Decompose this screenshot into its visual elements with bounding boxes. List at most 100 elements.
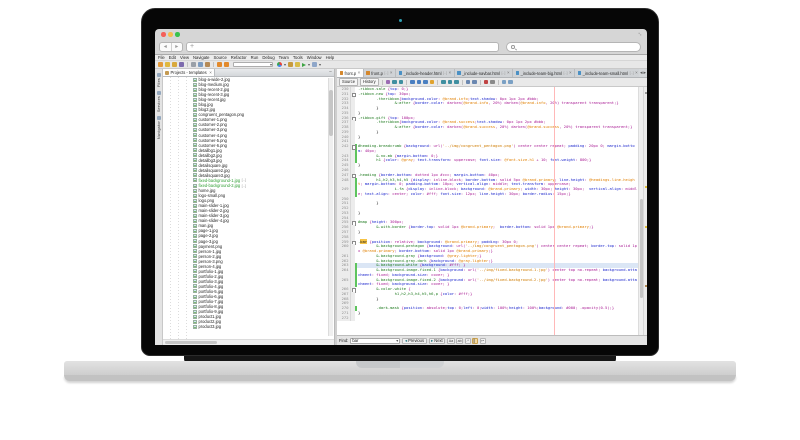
paste-icon[interactable]	[205, 62, 210, 67]
history-view-button[interactable]: History	[360, 78, 379, 86]
chevron-down-icon[interactable]: ▾	[308, 62, 310, 67]
scrollbar-thumb[interactable]	[329, 90, 333, 136]
scroll-tabs-left-icon[interactable]: ◂	[640, 70, 643, 76]
find-next-button[interactable]: ▸ Next	[429, 338, 446, 344]
new-project-icon[interactable]	[165, 62, 170, 67]
tree-item-product3.jpg[interactable]: product3.jpg	[163, 324, 334, 329]
build-icon[interactable]	[288, 62, 293, 67]
clean-build-icon[interactable]	[295, 62, 300, 67]
comment-icon[interactable]	[502, 80, 507, 85]
chevron-down-icon[interactable]: ▾	[284, 62, 286, 67]
error-stripe[interactable]	[643, 87, 647, 335]
menu-item-source[interactable]: Source	[214, 55, 227, 60]
tree-vertical-scrollbar[interactable]	[328, 78, 333, 336]
tab-projects[interactable]: Projects - templates ×	[163, 69, 215, 76]
next-bookmark-icon[interactable]	[448, 80, 453, 85]
chevron-down-icon[interactable]: ▾	[396, 339, 398, 343]
redo-icon[interactable]	[224, 62, 229, 67]
tree-horizontal-scrollbar[interactable]	[163, 339, 334, 345]
tab-_include-header.html[interactable]: _include-header.html[..]×	[396, 69, 455, 77]
new-file-icon[interactable]	[158, 62, 163, 67]
fold-marker[interactable]	[351, 278, 355, 288]
macro-stop-icon[interactable]	[490, 80, 495, 85]
menu-item-tools[interactable]: Tools	[293, 55, 303, 60]
toggle-bookmark-icon[interactable]	[454, 80, 459, 85]
dock-item-files[interactable]: Files	[155, 71, 162, 87]
minimize-panel-button[interactable]: −	[329, 69, 334, 76]
run-icon[interactable]	[302, 63, 306, 67]
dock-item-services[interactable]: Services	[155, 89, 162, 112]
highlight-results-toggle[interactable]: ▎	[472, 338, 478, 344]
find-selection-icon[interactable]	[410, 80, 415, 85]
macro-start-icon[interactable]	[484, 80, 489, 85]
menu-item-refactor[interactable]: Refactor	[231, 55, 247, 60]
menu-item-window[interactable]: Window	[307, 55, 322, 60]
fold-marker[interactable]	[351, 178, 355, 188]
dock-item-navigator[interactable]: Navigator	[155, 114, 162, 139]
profile-icon[interactable]	[312, 62, 317, 67]
toolbar-combobox[interactable]: ▾	[233, 62, 273, 68]
find-input[interactable]: bar ▾	[350, 338, 400, 344]
forward-icon[interactable]: ▸	[172, 43, 183, 51]
fold-marker[interactable]	[351, 244, 355, 254]
menu-item-file[interactable]: File	[158, 55, 165, 60]
menu-item-team[interactable]: Team	[279, 55, 289, 60]
close-icon[interactable]: ×	[358, 71, 361, 75]
menu-item-view[interactable]: View	[180, 55, 189, 60]
match-case-toggle[interactable]: Aa	[447, 338, 454, 344]
fold-marker[interactable]	[351, 187, 355, 197]
address-bar[interactable]: +	[186, 42, 499, 52]
tab-_include-team-big.html[interactable]: _include-team-big.html[..]×	[513, 69, 575, 77]
highlight-icon[interactable]	[430, 80, 435, 85]
close-window-button[interactable]	[161, 32, 166, 37]
close-icon[interactable]: ×	[209, 71, 212, 75]
close-icon[interactable]: ×	[390, 71, 393, 75]
undo-icon[interactable]	[217, 62, 222, 67]
code-line-249[interactable]: 249 i.fa {display: inline-block; backgro…	[337, 187, 647, 197]
search-input[interactable]	[506, 42, 641, 52]
menu-item-debug[interactable]: Debug	[262, 55, 274, 60]
open-project-icon[interactable]	[172, 62, 177, 67]
close-icon[interactable]: ×	[635, 71, 638, 75]
close-icon[interactable]: ×	[507, 71, 510, 75]
resize-icon[interactable]: ↔	[635, 29, 645, 39]
shift-left-icon[interactable]	[466, 80, 471, 85]
back-icon[interactable]: ◂	[160, 43, 172, 51]
find-previous-icon[interactable]	[417, 80, 422, 85]
zoom-window-button[interactable]	[175, 32, 180, 37]
back-forward-buttons[interactable]: ◂ ▸	[159, 42, 183, 52]
code-line-272[interactable]: 272	[337, 316, 647, 321]
code-editor[interactable]: 230.ribbon.sale {top: 0;}231.ribbon.new …	[337, 87, 647, 335]
chevron-down-icon[interactable]: ▾	[319, 62, 321, 67]
previous-bookmark-icon[interactable]	[441, 80, 446, 85]
menu-item-navigate[interactable]: Navigate	[193, 55, 210, 60]
find-next-icon[interactable]	[423, 80, 428, 85]
close-icon[interactable]: ×	[569, 71, 572, 75]
tab-front.p[interactable]: front.p[..]×	[364, 69, 396, 77]
regex-toggle[interactable]: .*	[465, 338, 471, 344]
plus-icon[interactable]: +	[190, 43, 194, 51]
minimize-window-button[interactable]	[168, 32, 173, 37]
scroll-tabs-right-icon[interactable]: ▸	[643, 70, 646, 76]
close-icon[interactable]: ×	[449, 71, 452, 75]
chrome-browser-icon[interactable]	[277, 62, 282, 67]
copy-icon[interactable]	[198, 62, 203, 67]
fold-marker[interactable]	[351, 316, 355, 321]
scrollbar-thumb[interactable]	[165, 341, 217, 344]
forward-icon[interactable]	[399, 80, 404, 85]
tab-_include-team-small.html[interactable]: _include-team-small.html[..]×	[575, 69, 641, 77]
uncomment-icon[interactable]	[508, 80, 513, 85]
menu-item-run[interactable]: Run	[251, 55, 259, 60]
whole-words-toggle[interactable]: ab	[456, 338, 463, 344]
fold-marker[interactable]	[351, 144, 355, 154]
tab-front.p[interactable]: front.p×	[337, 69, 364, 77]
menu-item-edit[interactable]: Edit	[169, 55, 176, 60]
save-all-icon[interactable]	[179, 62, 184, 67]
last-edit-icon[interactable]	[386, 80, 391, 85]
source-view-button[interactable]: Source	[339, 78, 358, 86]
tab-_include-navbar.html[interactable]: _include-navbar.html[..]×	[455, 69, 513, 77]
back-icon[interactable]	[392, 80, 397, 85]
fold-marker[interactable]	[351, 268, 355, 278]
menu-item-help[interactable]: Help	[326, 55, 335, 60]
shift-right-icon[interactable]	[472, 80, 477, 85]
